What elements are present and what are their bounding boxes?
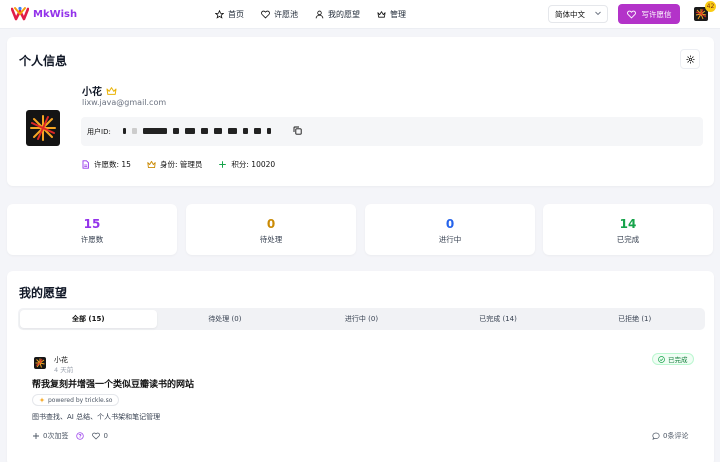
nav-my-wishes[interactable]: 我的愿望 [315, 9, 360, 20]
gear-icon [685, 54, 695, 64]
counter-pending-label: 待处理 [259, 235, 283, 244]
like-button[interactable]: 0 [92, 432, 108, 440]
counter-in-progress-label: 进行中 [438, 235, 462, 244]
counter-pending: 0 待处理 [186, 204, 356, 255]
language-select[interactable]: 简体中文 [548, 5, 608, 23]
nav-admin-label: 管理 [390, 10, 406, 19]
like-count: 0 [103, 432, 108, 440]
comments-label: 0条评论 [663, 432, 689, 440]
write-wish-label: 写许愿信 [641, 9, 672, 19]
logo-icon [11, 6, 29, 21]
counter-in-progress: 0 进行中 [365, 204, 535, 255]
wishes-section-title: 我的愿望 [19, 286, 68, 300]
nav-my-wishes-label: 我的愿望 [328, 10, 360, 19]
wish-description: 图书查找、AI 总结、个人书架和笔记管理 [32, 413, 161, 421]
heart-icon [92, 432, 101, 440]
profile-email: lixw.java@gmail.com [82, 98, 167, 107]
brand-name: MkWish [33, 8, 78, 20]
plus-sign-button[interactable]: 0次加签 [32, 431, 68, 441]
brand-logo[interactable]: MkWish [11, 6, 77, 22]
star-icon [215, 10, 224, 19]
help-icon-button[interactable] [76, 432, 85, 440]
top-navbar: MkWish 首页 许愿池 我的愿望 管理 简体中文 写许愿信 42 [0, 0, 720, 29]
plus-sign-label: 0次加签 [43, 432, 69, 440]
counter-completed-label: 已完成 [616, 235, 640, 244]
language-value: 简体中文 [555, 9, 585, 19]
heart-icon [626, 10, 636, 19]
nav-home-label: 首页 [228, 10, 244, 19]
wish-count-text: 许愿数: 15 [94, 160, 131, 169]
wish-title[interactable]: 帮我复刻并增强一个类似豆瓣读书的网站 [32, 377, 194, 390]
nav-home[interactable]: 首页 [215, 9, 244, 20]
question-circle-icon [76, 432, 85, 440]
crown-icon [147, 160, 156, 169]
profile-avatar [26, 110, 60, 146]
nav-links: 首页 许愿池 我的愿望 管理 [215, 0, 423, 29]
nav-admin[interactable]: 管理 [377, 9, 406, 20]
user-id-label: 用户ID: [87, 128, 111, 136]
counter-total-value: 15 [83, 217, 101, 231]
wish-status-tabs: 全部 (15) 待处理 (0) 进行中 (0) 已完成 (14) 已拒绝 (1) [18, 308, 705, 330]
counter-completed-value: 14 [619, 217, 637, 231]
comments-button[interactable]: 0条评论 [652, 431, 688, 441]
heart-icon [261, 10, 270, 19]
username-text: 小花 [82, 87, 102, 98]
nav-wish-pool-label: 许愿池 [274, 10, 298, 19]
status-badge-label: 已完成 [668, 356, 688, 364]
sparkle-icon [39, 397, 45, 403]
tab-pending[interactable]: 待处理 (0) [157, 310, 294, 328]
role-stat: 身份: 管理员 [147, 159, 202, 170]
profile-username: 小花 [82, 83, 117, 98]
profile-stats: 许愿数: 15 身份: 管理员 积分: 10020 [81, 159, 291, 170]
powered-by-text: powered by trickle.so [48, 396, 113, 404]
status-badge: 已完成 [652, 353, 694, 365]
wish-timestamp: 4 天前 [54, 366, 74, 374]
profile-card: 个人信息 小花 lixw.java@gmail.com 用户ID: 许愿数: 1… [7, 37, 714, 186]
powered-by-tag[interactable]: powered by trickle.so [32, 394, 120, 406]
avatar-burst-icon [30, 115, 56, 141]
counter-in-progress-value: 0 [445, 217, 455, 231]
role-text: 身份: 管理员 [159, 160, 203, 169]
comment-icon [652, 432, 660, 440]
counter-completed: 14 已完成 [543, 204, 713, 255]
wish-user-avatar [34, 357, 46, 369]
tab-completed[interactable]: 已完成 (14) [430, 310, 567, 328]
user-id-masked-value [123, 127, 271, 135]
wish-count-stat: 许愿数: 15 [81, 159, 131, 170]
crown-icon [377, 11, 386, 18]
write-wish-button[interactable]: 写许愿信 [618, 4, 680, 24]
points-stat: 积分: 10020 [218, 159, 275, 170]
plus-icon [33, 433, 39, 439]
counter-total-label: 许愿数 [80, 235, 104, 244]
crown-icon [106, 86, 117, 95]
points-text: 积分: 10020 [231, 160, 276, 169]
wish-actions: 0次加签 0 [32, 431, 116, 441]
counter-total: 15 许愿数 [7, 204, 177, 255]
tab-in-progress[interactable]: 进行中 (0) [293, 310, 430, 328]
chevron-down-icon [595, 11, 601, 16]
tab-rejected[interactable]: 已拒绝 (1) [566, 310, 703, 328]
user-id-box: 用户ID: [81, 117, 703, 146]
plus-icon [219, 161, 227, 168]
check-circle-icon [658, 355, 665, 363]
copy-icon[interactable] [293, 126, 302, 135]
tab-all[interactable]: 全部 (15) [20, 310, 157, 328]
nav-wish-pool[interactable]: 许愿池 [261, 9, 298, 20]
avatar-burst-icon [35, 358, 45, 368]
notification-badge: 42 [705, 1, 716, 12]
counter-pending-value: 0 [266, 217, 276, 231]
document-icon [82, 160, 89, 169]
my-wishes-card: 我的愿望 全部 (15) 待处理 (0) 进行中 (0) 已完成 (14) 已拒… [7, 271, 714, 462]
user-icon [315, 10, 324, 19]
settings-button[interactable] [680, 49, 700, 69]
profile-section-title: 个人信息 [19, 54, 68, 68]
